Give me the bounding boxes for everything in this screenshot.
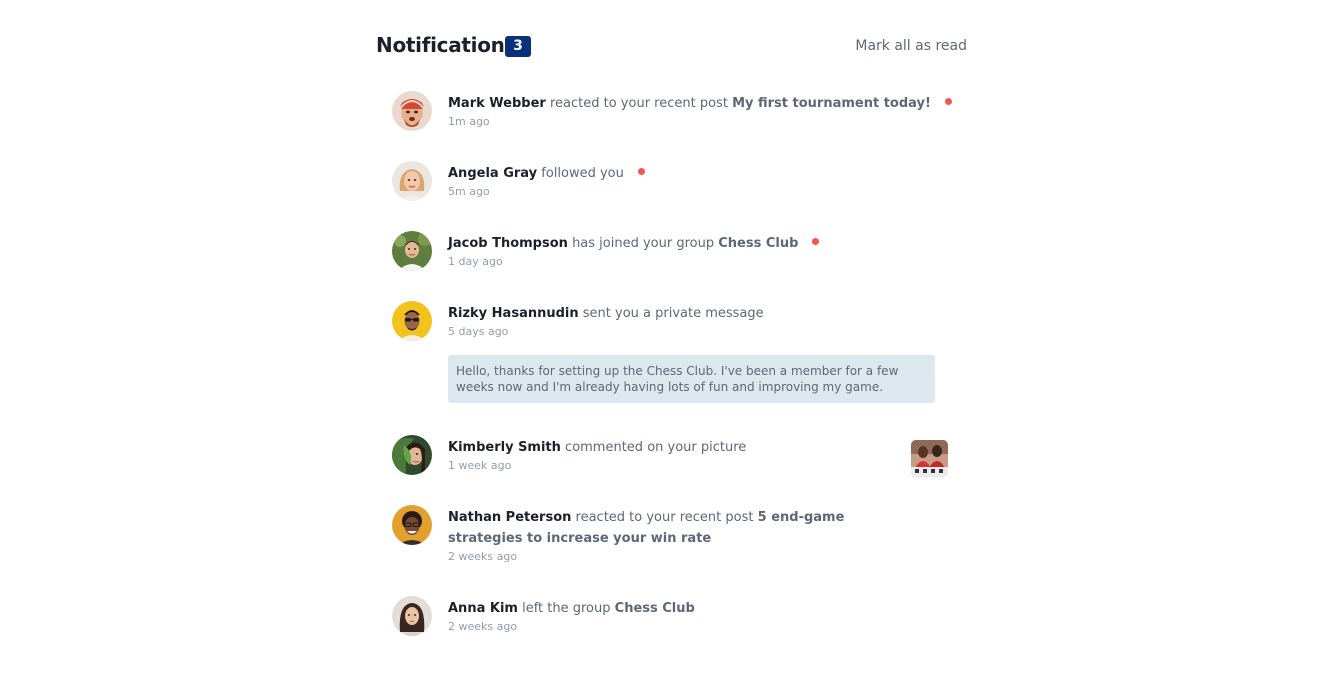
post-link[interactable]: My first tournament today! xyxy=(732,96,931,111)
user-name-link[interactable]: Anna Kim xyxy=(448,601,518,616)
user-name-link[interactable]: Angela Gray xyxy=(448,166,537,181)
notification-text: Jacob Thompson has joined your group Che… xyxy=(448,233,938,254)
avatar-nathan-peterson[interactable] xyxy=(392,505,432,545)
notification-text: Mark Webber reacted to your recent post … xyxy=(448,93,952,114)
private-message-preview[interactable]: Hello, thanks for setting up the Chess C… xyxy=(448,355,935,403)
avatar-angela-gray[interactable] xyxy=(392,161,432,201)
notification-body: Rizky Hasannudin sent you a private mess… xyxy=(448,303,938,338)
notification-body: Anna Kim left the group Chess Club 2 wee… xyxy=(448,598,938,633)
notification-action: commented on your picture xyxy=(565,440,747,455)
user-name-link[interactable]: Nathan Peterson xyxy=(448,510,571,525)
notification-text: Kimberly Smith commented on your picture xyxy=(448,437,938,458)
notification-text: Anna Kim left the group Chess Club xyxy=(448,598,938,619)
notification-time: 5m ago xyxy=(448,185,490,198)
notification-text: Nathan Peterson reacted to your recent p… xyxy=(448,507,918,549)
notification-time: 5 days ago xyxy=(448,325,509,338)
group-link[interactable]: Chess Club xyxy=(718,236,798,251)
avatar-anna-kim[interactable] xyxy=(392,596,432,636)
group-link[interactable]: Chess Club xyxy=(615,601,695,616)
avatar-kimberly-smith[interactable] xyxy=(392,435,432,475)
unread-dot xyxy=(812,238,820,245)
notification-action: sent you a private message xyxy=(582,306,764,321)
page-title: Notification xyxy=(376,33,505,57)
notifications-header: Notification 3 Mark all as read xyxy=(376,33,967,61)
notification-body: Kimberly Smith commented on your picture… xyxy=(448,437,938,472)
user-name-link[interactable]: Mark Webber xyxy=(448,96,546,111)
user-name-link[interactable]: Rizky Hasannudin xyxy=(448,306,579,321)
avatar-jacob-thompson[interactable] xyxy=(392,231,432,271)
unread-dot xyxy=(944,98,952,105)
notification-text: Rizky Hasannudin sent you a private mess… xyxy=(448,303,938,324)
notification-body: Nathan Peterson reacted to your recent p… xyxy=(448,507,938,563)
notification-time: 1m ago xyxy=(448,115,490,128)
notification-action: has joined your group xyxy=(572,236,715,251)
avatar-mark-webber[interactable] xyxy=(392,91,432,131)
notification-time: 1 day ago xyxy=(448,255,503,268)
notification-body: Mark Webber reacted to your recent post … xyxy=(448,93,952,128)
chess-picture-thumbnail[interactable] xyxy=(911,440,948,477)
notification-action: followed you xyxy=(541,166,624,181)
unread-dot xyxy=(637,168,645,175)
avatar-rizky-hasannudin[interactable] xyxy=(392,301,432,341)
user-name-link[interactable]: Jacob Thompson xyxy=(448,236,568,251)
notification-action: left the group xyxy=(522,601,611,616)
notification-action: reacted to your recent post xyxy=(549,96,728,111)
notification-time: 1 week ago xyxy=(448,459,512,472)
notification-action: reacted to your recent post xyxy=(575,510,754,525)
mark-all-as-read-button[interactable]: Mark all as read xyxy=(855,38,967,54)
notification-time: 2 weeks ago xyxy=(448,620,518,633)
user-name-link[interactable]: Kimberly Smith xyxy=(448,440,561,455)
notification-time: 2 weeks ago xyxy=(448,550,518,563)
notification-text: Angela Gray followed you xyxy=(448,163,938,184)
unread-count-badge: 3 xyxy=(505,36,531,57)
notification-body: Jacob Thompson has joined your group Che… xyxy=(448,233,938,268)
notification-body: Angela Gray followed you 5m ago xyxy=(448,163,938,198)
